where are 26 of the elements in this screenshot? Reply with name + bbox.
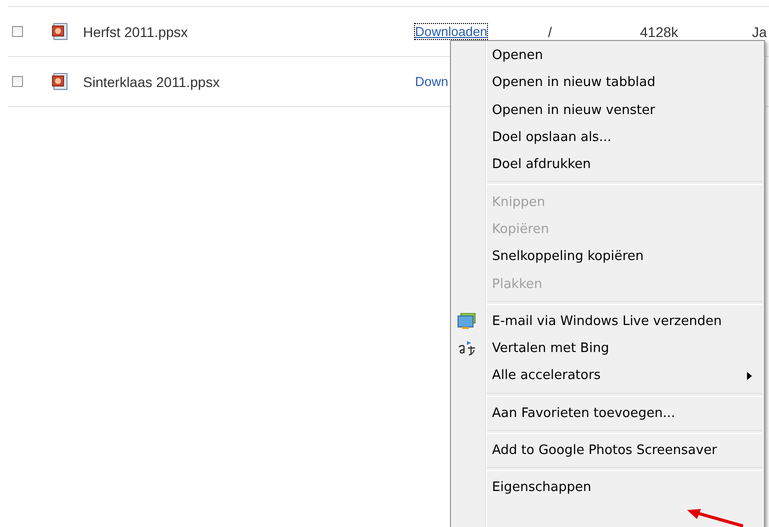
menu-item[interactable]: E-mail via Windows Live verzenden: [492, 314, 722, 329]
menu-item[interactable]: Doel afdrukken: [492, 157, 591, 172]
presentation-file-icon: [52, 23, 68, 40]
checkbox[interactable]: [12, 26, 23, 37]
translate-icon: [457, 340, 477, 357]
menu-item[interactable]: Openen in nieuw tabblad: [492, 75, 656, 90]
monitor-icon: [457, 312, 477, 330]
checkbox[interactable]: [12, 76, 23, 87]
menu-item[interactable]: Doel opslaan als...: [492, 130, 612, 146]
menu-item[interactable]: Eigenschappen: [492, 480, 592, 496]
file-name: Herfst 2011.ppsx: [83, 24, 189, 40]
pointer-arrow: [685, 508, 745, 527]
download-link[interactable]: Down: [414, 73, 450, 90]
menu-item[interactable]: Snelkoppeling kopiëren: [492, 249, 644, 264]
submenu-arrow-icon: [747, 372, 752, 380]
menu-item[interactable]: Alle accelerators: [492, 368, 601, 384]
menu-item[interactable]: Aan Favorieten toevoegen...: [492, 406, 676, 421]
file-name: Sinterklaas 2011.ppsx: [83, 74, 221, 90]
menu-item[interactable]: Openen: [492, 48, 543, 64]
menu-item[interactable]: Vertalen met Bing: [492, 341, 610, 356]
menu-item[interactable]: Openen in nieuw venster: [492, 102, 656, 118]
menu-item[interactable]: Add to Google Photos Screensaver: [492, 443, 717, 458]
date-text: Ja: [752, 24, 768, 40]
file-size: 4128k: [640, 24, 680, 40]
slash-text: /: [548, 24, 553, 40]
presentation-file-icon: [52, 73, 68, 90]
